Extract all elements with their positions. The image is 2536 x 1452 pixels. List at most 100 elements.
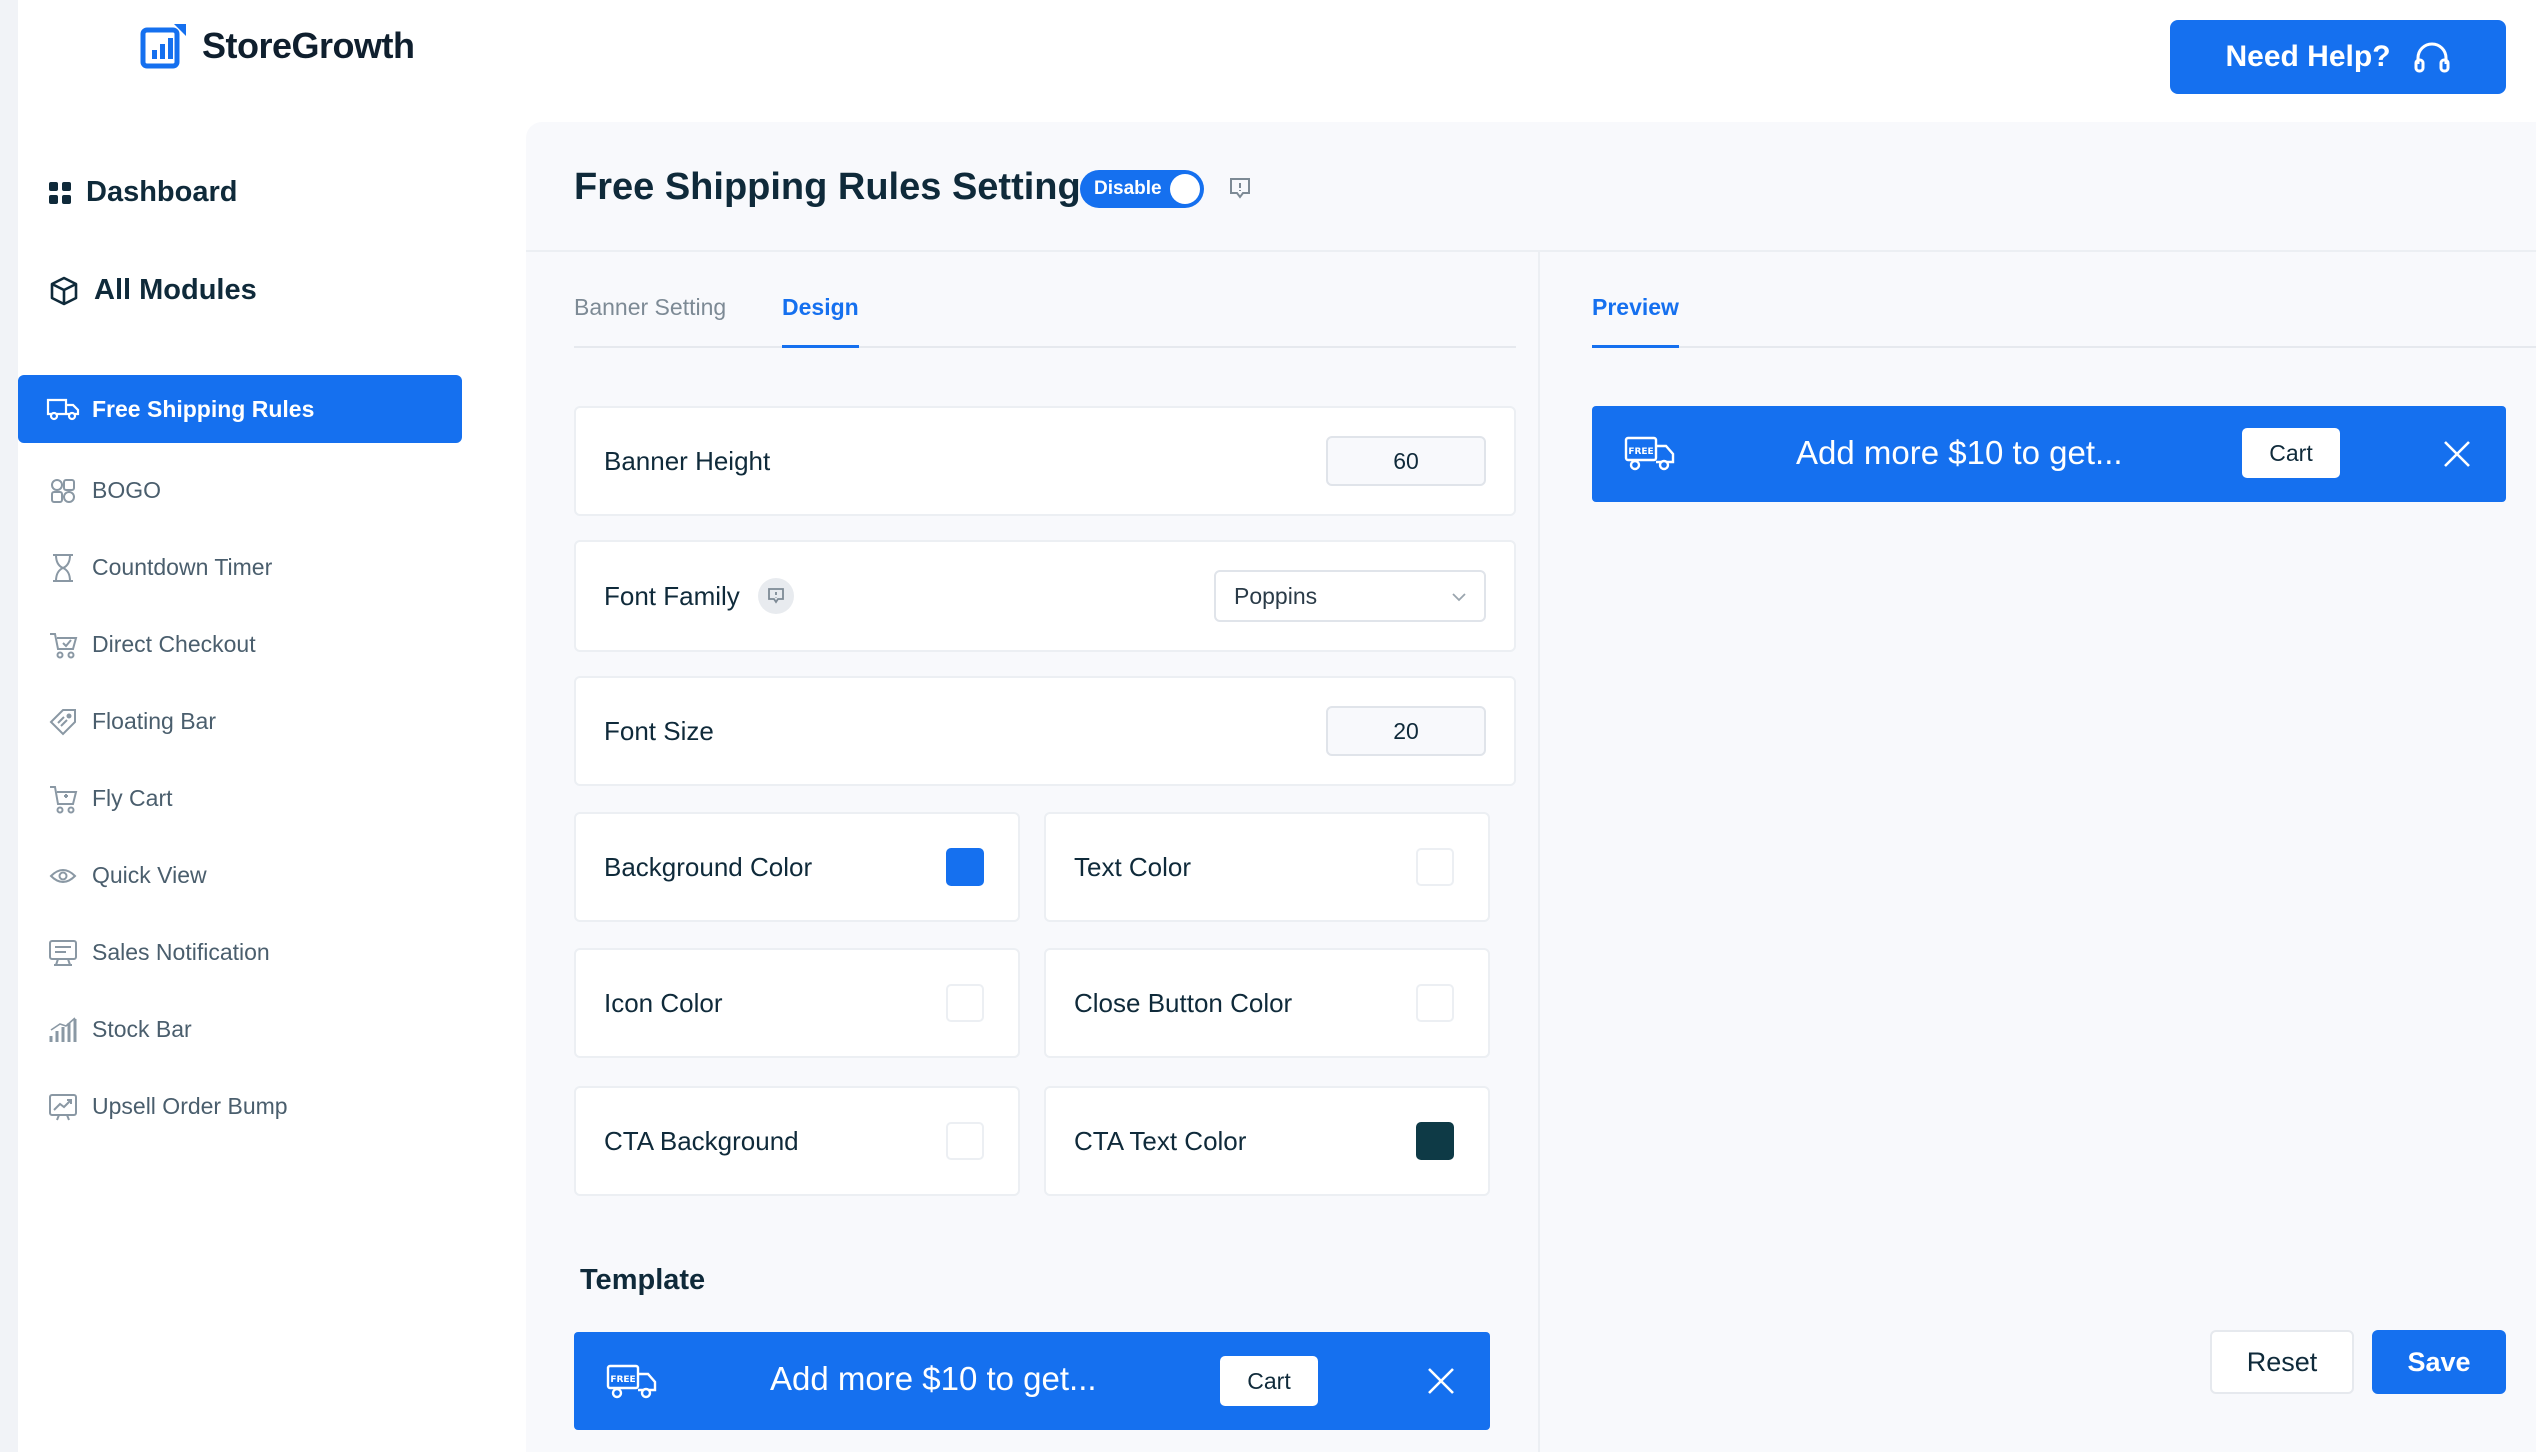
font-size-input[interactable]: 20 [1326,706,1486,756]
template-cart-button[interactable]: Cart [1220,1356,1318,1406]
storegrowth-logo-icon [140,24,186,69]
free-truck-icon: FREE [606,1364,657,1399]
sidebar-item-label: BOGO [92,477,162,503]
eye-icon [46,859,80,893]
left-edge-strip [0,0,18,1452]
cta-text-color-label: CTA Text Color [1074,1125,1247,1156]
sidebar-item-label: Floating Bar [92,708,217,734]
close-button-color-swatch[interactable] [1416,984,1454,1022]
sidebar-item-upsell-order-bump[interactable]: Upsell Order Bump [18,1068,462,1145]
close-button-color-label: Close Button Color [1074,987,1293,1018]
main-panel: Free Shipping Rules Setting Disable Bann… [526,122,2536,1452]
sidebar-item-label: Quick View [92,862,207,888]
free-badge-text: FREE [610,1375,635,1385]
dashboard-grid-icon [49,181,71,204]
brand-name: StoreGrowth [202,25,415,66]
sidebar-item-countdown-timer[interactable]: Countdown Timer [18,529,462,606]
sidebar-item-label: Countdown Timer [92,554,273,580]
sidebar-item-sales-notification[interactable]: Sales Notification [18,914,462,991]
icon-color-row: Icon Color [574,948,1020,1058]
tag-icon [46,705,80,739]
cta-background-swatch[interactable] [946,1122,984,1160]
font-family-row: Font Family Poppins [574,540,1516,652]
main-header: Free Shipping Rules Setting Disable [526,122,2536,252]
sidebar-all-modules-label: All Modules [94,274,257,306]
fly-cart-icon [46,782,80,816]
font-family-select[interactable]: Poppins [1214,570,1486,622]
panel-divider [1538,252,1540,1452]
sidebar-item-stock-bar[interactable]: Stock Bar [18,991,462,1068]
truck-icon [46,392,80,426]
close-icon[interactable] [2442,439,2472,469]
toggle-knob [1170,174,1200,204]
icon-color-label: Icon Color [604,987,723,1018]
settings-tabs: Banner Setting Design [574,294,1516,348]
banner-height-input[interactable]: 60 [1326,436,1486,486]
sidebar-item-direct-checkout[interactable]: Direct Checkout [18,606,462,683]
tab-banner-setting[interactable]: Banner Setting [574,294,726,348]
sidebar-item-floating-bar[interactable]: Floating Bar [18,683,462,760]
font-family-value: Poppins [1234,583,1318,609]
sidebar-dashboard-label: Dashboard [86,176,238,208]
template-banner-text: Add more $10 to get... [770,1360,1097,1397]
font-family-info-icon[interactable] [757,578,794,614]
need-help-label: Need Help? [2225,40,2391,73]
icon-color-swatch[interactable] [946,984,984,1022]
reset-button[interactable]: Reset [2210,1330,2354,1394]
sidebar-nav: Free Shipping Rules BOGO Countdown Timer… [18,375,462,1145]
sidebar-item-label: Sales Notification [92,939,270,965]
preview-banner: FREE Add more $10 to get... Cart [1592,406,2506,502]
trend-up-icon [46,1090,80,1124]
toggle-label: Disable [1094,178,1162,199]
sidebar-dashboard[interactable]: Dashboard [48,176,237,209]
sidebar-item-quick-view[interactable]: Quick View [18,837,462,914]
bogo-icon [46,474,80,508]
info-tooltip-icon[interactable] [1226,174,1254,202]
free-badge-text: FREE [1628,447,1653,457]
sidebar-item-label: Stock Bar [92,1016,192,1042]
template-banner[interactable]: FREE Add more $10 to get... Cart [574,1332,1490,1430]
cube-icon [50,276,78,305]
cart-checkout-icon [46,628,80,662]
text-color-swatch[interactable] [1416,848,1454,886]
sidebar-item-fly-cart[interactable]: Fly Cart [18,760,462,837]
cta-background-label: CTA Background [604,1125,799,1156]
background-color-label: Background Color [604,851,813,882]
banner-height-label: Banner Height [604,445,771,476]
font-size-label: Font Size [604,715,714,746]
preview-tab-bar: Preview [1592,294,2536,348]
close-button-color-row: Close Button Color [1044,948,1490,1058]
cta-text-color-swatch[interactable] [1416,1122,1454,1160]
bar-chart-icon [46,1013,80,1047]
page-title: Free Shipping Rules Setting [574,166,1081,208]
tab-design[interactable]: Design [782,294,859,348]
notification-icon [46,936,80,970]
sidebar-item-label: Fly Cart [92,785,173,811]
text-color-row: Text Color [1044,812,1490,922]
preview-cart-button[interactable]: Cart [2242,428,2340,478]
hourglass-icon [46,551,80,585]
save-button[interactable]: Save [2372,1330,2506,1394]
background-color-swatch[interactable] [946,848,984,886]
template-title: Template [580,1264,706,1296]
sidebar-item-label: Direct Checkout [92,631,256,657]
enable-toggle[interactable]: Disable [1080,170,1204,208]
brand-logo[interactable]: StoreGrowth [140,22,415,70]
sidebar-all-modules[interactable]: All Modules [48,274,257,307]
sidebar-item-free-shipping-rules[interactable]: Free Shipping Rules [18,375,462,443]
font-family-label: Font Family [604,580,740,611]
headset-icon [2414,42,2450,73]
preview-banner-text: Add more $10 to get... [1796,434,2123,471]
close-icon[interactable] [1426,1366,1456,1396]
sidebar-item-bogo[interactable]: BOGO [18,452,462,529]
need-help-button[interactable]: Need Help? [2170,20,2506,94]
sidebar-item-label: Upsell Order Bump [92,1093,288,1119]
sidebar-item-label: Free Shipping Rules [92,395,315,422]
free-truck-icon: FREE [1624,436,1675,471]
text-color-label: Text Color [1074,851,1192,882]
tab-preview[interactable]: Preview [1592,294,1679,348]
banner-height-row: Banner Height 60 [574,406,1516,516]
chevron-down-icon [1452,593,1466,602]
cta-background-row: CTA Background [574,1086,1020,1196]
background-color-row: Background Color [574,812,1020,922]
